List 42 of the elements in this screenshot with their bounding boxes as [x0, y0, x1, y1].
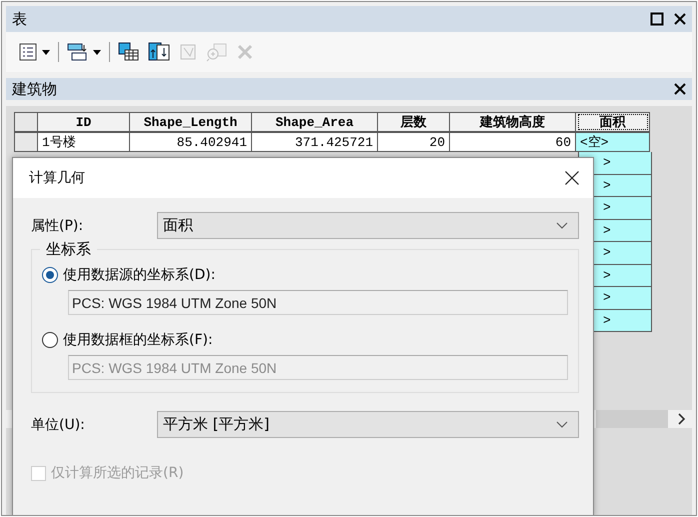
- radio-button[interactable]: [42, 267, 58, 283]
- radio-label[interactable]: 使用数据框的坐标系(F):: [63, 331, 213, 349]
- column-header[interactable]: 层数: [378, 112, 450, 132]
- swap-icon[interactable]: [148, 42, 170, 62]
- row-header[interactable]: [14, 112, 38, 132]
- column-header[interactable]: Shape_Length: [130, 112, 252, 132]
- row-header[interactable]: [14, 132, 38, 152]
- chevron-down-icon: [556, 421, 568, 428]
- table-cell: 85.402941: [130, 132, 252, 152]
- stacked-tables-icon[interactable]: [67, 42, 89, 62]
- table-cell: 371.425721: [252, 132, 378, 152]
- list-icon[interactable]: [18, 42, 38, 62]
- table-icon[interactable]: [118, 42, 140, 62]
- coordinate-system-field: PCS: WGS 1984 UTM Zone 50N: [68, 290, 568, 315]
- chevron-down-icon: [556, 222, 568, 229]
- property-dropdown[interactable]: 面积: [157, 212, 579, 239]
- unit-label: 单位(U):: [31, 416, 86, 434]
- close-icon[interactable]: [674, 13, 686, 25]
- dialog-title: 计算几何: [29, 169, 85, 187]
- maximize-icon[interactable]: [650, 12, 664, 26]
- radio-label[interactable]: 使用数据源的坐标系(D):: [63, 266, 216, 284]
- close-icon[interactable]: [565, 171, 579, 185]
- table-title: 建筑物: [12, 80, 57, 98]
- close-icon[interactable]: [674, 83, 686, 95]
- table-cell: 60: [450, 132, 576, 152]
- column-header[interactable]: ID: [38, 112, 130, 132]
- table-cell: 1号楼: [38, 132, 130, 152]
- column-header[interactable]: Shape_Area: [252, 112, 378, 132]
- radio-button[interactable]: [42, 332, 58, 348]
- table-cell: 20: [378, 132, 450, 152]
- caret-icon[interactable]: [93, 50, 101, 54]
- column-header[interactable]: 面积: [576, 112, 650, 132]
- table-cell: <空>: [576, 132, 650, 152]
- group-title: 坐标系: [40, 240, 97, 259]
- scroll-right-icon[interactable]: [678, 413, 686, 425]
- property-label: 属性(P):: [31, 216, 84, 234]
- column-header[interactable]: 建筑物高度: [450, 112, 576, 132]
- scrollbar-thumb[interactable]: [596, 410, 668, 428]
- window-title: 表: [12, 10, 27, 28]
- caret-icon[interactable]: [42, 50, 50, 54]
- unit-dropdown[interactable]: 平方米 [平方米]: [157, 411, 579, 438]
- coordinate-system-field: PCS: WGS 1984 UTM Zone 50N: [68, 355, 568, 380]
